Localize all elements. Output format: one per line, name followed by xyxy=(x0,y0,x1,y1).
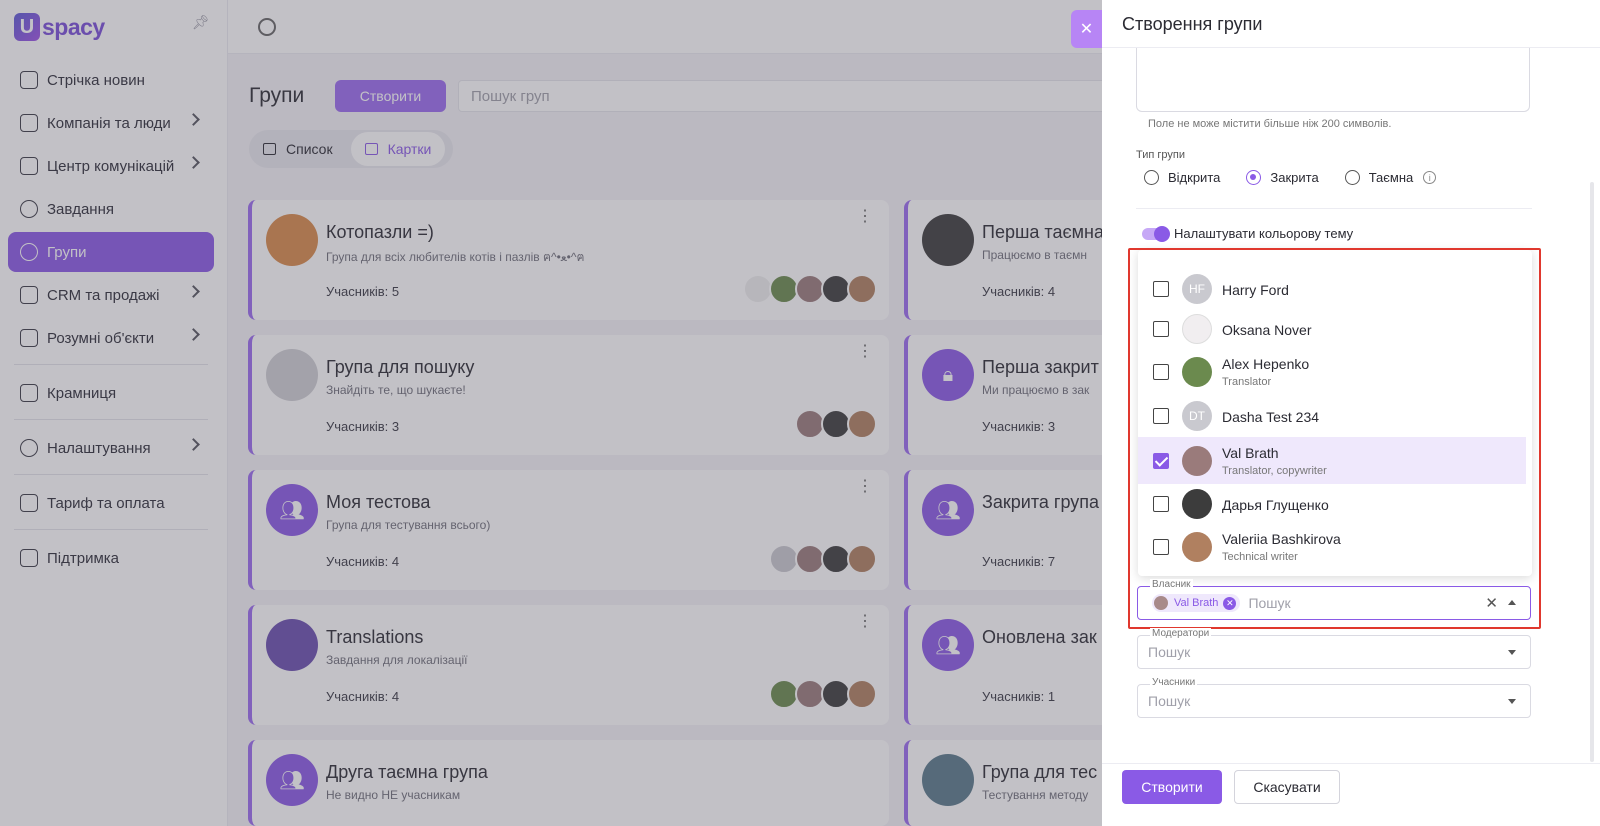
close-drawer-button[interactable]: ✕ xyxy=(1071,10,1102,48)
members-search-input[interactable]: Пошук xyxy=(1148,693,1190,709)
cancel-button[interactable]: Скасувати xyxy=(1234,770,1340,804)
color-theme-toggle[interactable] xyxy=(1142,225,1170,242)
divider xyxy=(1136,208,1532,209)
members-label: Учасники xyxy=(1150,677,1198,688)
drawer-scrollbar[interactable] xyxy=(1590,182,1594,762)
drawer-footer: Створити Скасувати xyxy=(1102,763,1600,826)
submit-button[interactable]: Створити xyxy=(1122,770,1222,804)
info-icon[interactable]: i xyxy=(1423,171,1437,184)
radio-label: Закрита xyxy=(1270,170,1319,185)
members-select[interactable]: Учасники Пошук xyxy=(1137,677,1531,718)
radio-label: Таємна xyxy=(1368,170,1414,185)
color-theme-toggle-row[interactable]: Налаштувати кольорову тему xyxy=(1142,225,1354,242)
drawer-title: Створення групи xyxy=(1102,0,1600,48)
description-textarea[interactable] xyxy=(1136,48,1530,112)
app-root: U spacy 📌︎ Стрічка новин Компанія та люд… xyxy=(0,0,1600,826)
description-hint: Поле не може містити більше ніж 200 симв… xyxy=(1148,118,1392,130)
group-type-label: Тип групи xyxy=(1136,149,1186,161)
radio-label: Відкрита xyxy=(1168,170,1221,185)
moderators-search-input[interactable]: Пошук xyxy=(1148,644,1190,660)
caret-down-icon[interactable] xyxy=(1508,699,1516,704)
highlight-frame xyxy=(1128,248,1541,629)
radio-circle xyxy=(1144,170,1159,185)
modal-overlay[interactable] xyxy=(0,0,1102,826)
radio-circle xyxy=(1344,170,1360,185)
radio-open[interactable]: Відкрита xyxy=(1144,170,1220,185)
radio-circle xyxy=(1246,170,1262,185)
caret-down-icon[interactable] xyxy=(1508,650,1516,655)
moderators-label: Модератори xyxy=(1150,628,1212,639)
moderators-select[interactable]: Модератори Пошук xyxy=(1137,628,1531,669)
group-type-radios: Відкрита Закрита Таємна i xyxy=(1144,170,1437,185)
radio-closed[interactable]: Закрита xyxy=(1246,170,1319,185)
color-theme-label: Налаштувати кольорову тему xyxy=(1174,226,1354,241)
radio-secret[interactable]: Таємна xyxy=(1344,170,1414,185)
